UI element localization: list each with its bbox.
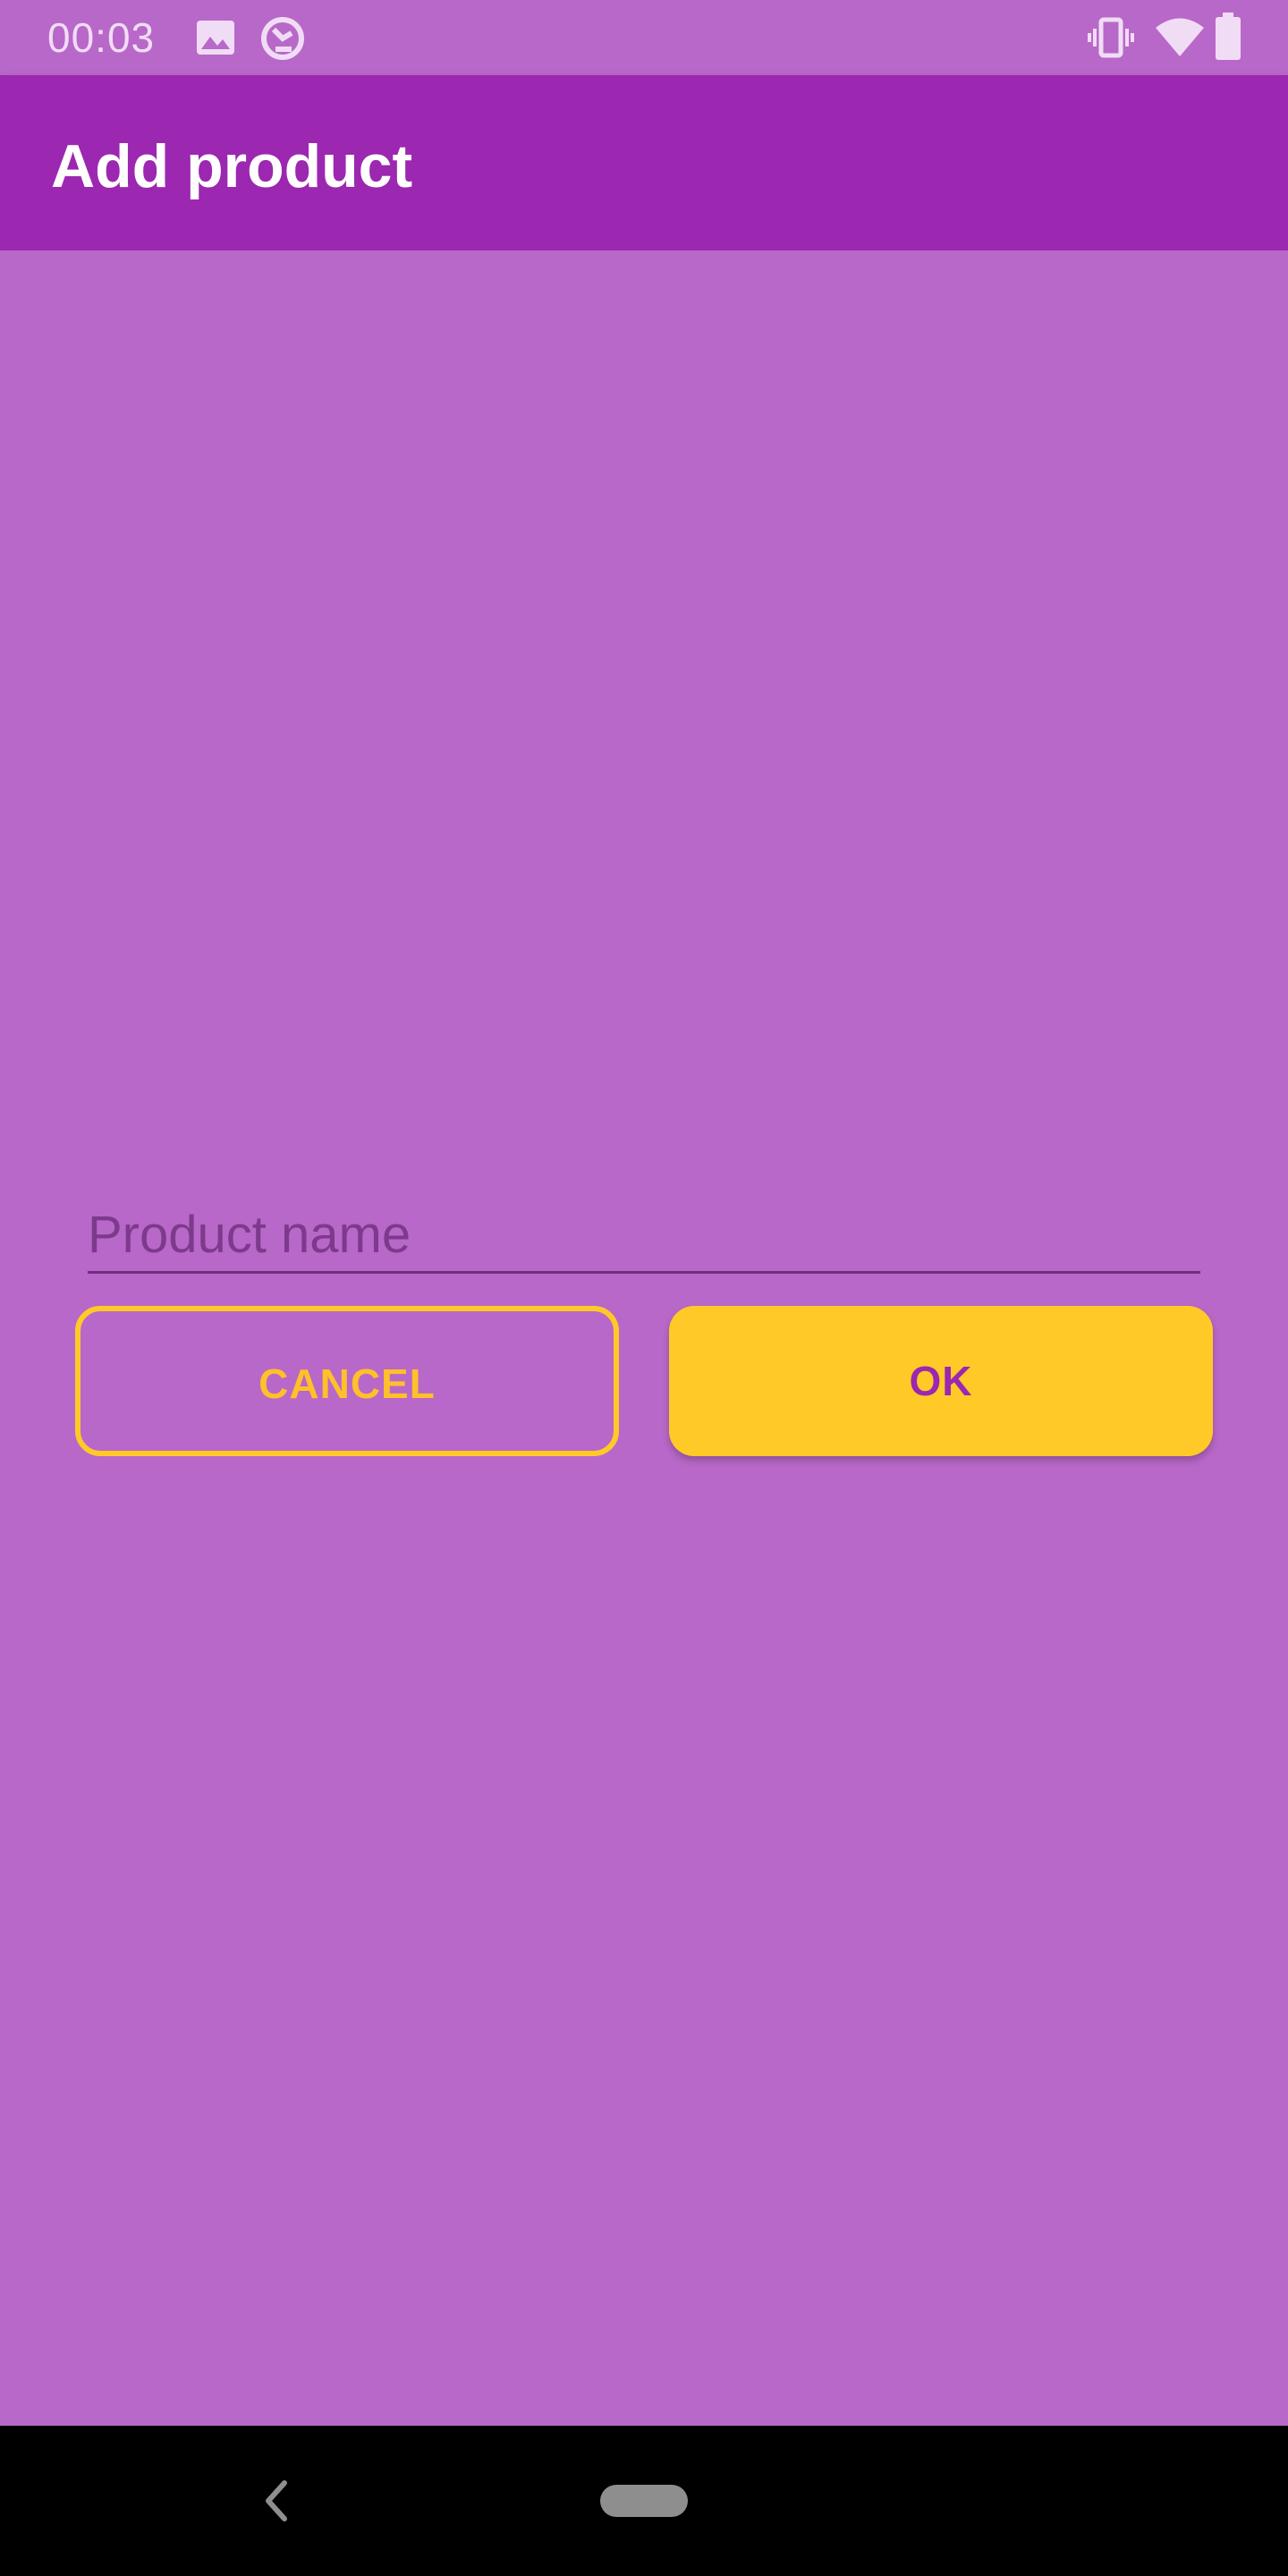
status-bar: 00:03 <box>0 0 1288 75</box>
navigation-bar <box>0 2426 1288 2576</box>
cancel-button[interactable]: CANCEL <box>75 1306 619 1456</box>
app-bar: Add product <box>0 75 1288 250</box>
sync-disabled-icon <box>261 17 304 60</box>
battery-icon <box>1216 13 1241 60</box>
status-time: 00:03 <box>47 14 156 61</box>
image-icon <box>197 21 234 55</box>
page-title: Add product <box>51 132 413 200</box>
back-icon[interactable] <box>258 2476 293 2526</box>
ok-button[interactable]: OK <box>669 1306 1213 1456</box>
vibrate-icon <box>1088 17 1134 58</box>
home-pill-icon[interactable] <box>600 2485 688 2517</box>
wifi-icon <box>1156 18 1204 56</box>
product-name-input[interactable] <box>88 1199 1200 1274</box>
